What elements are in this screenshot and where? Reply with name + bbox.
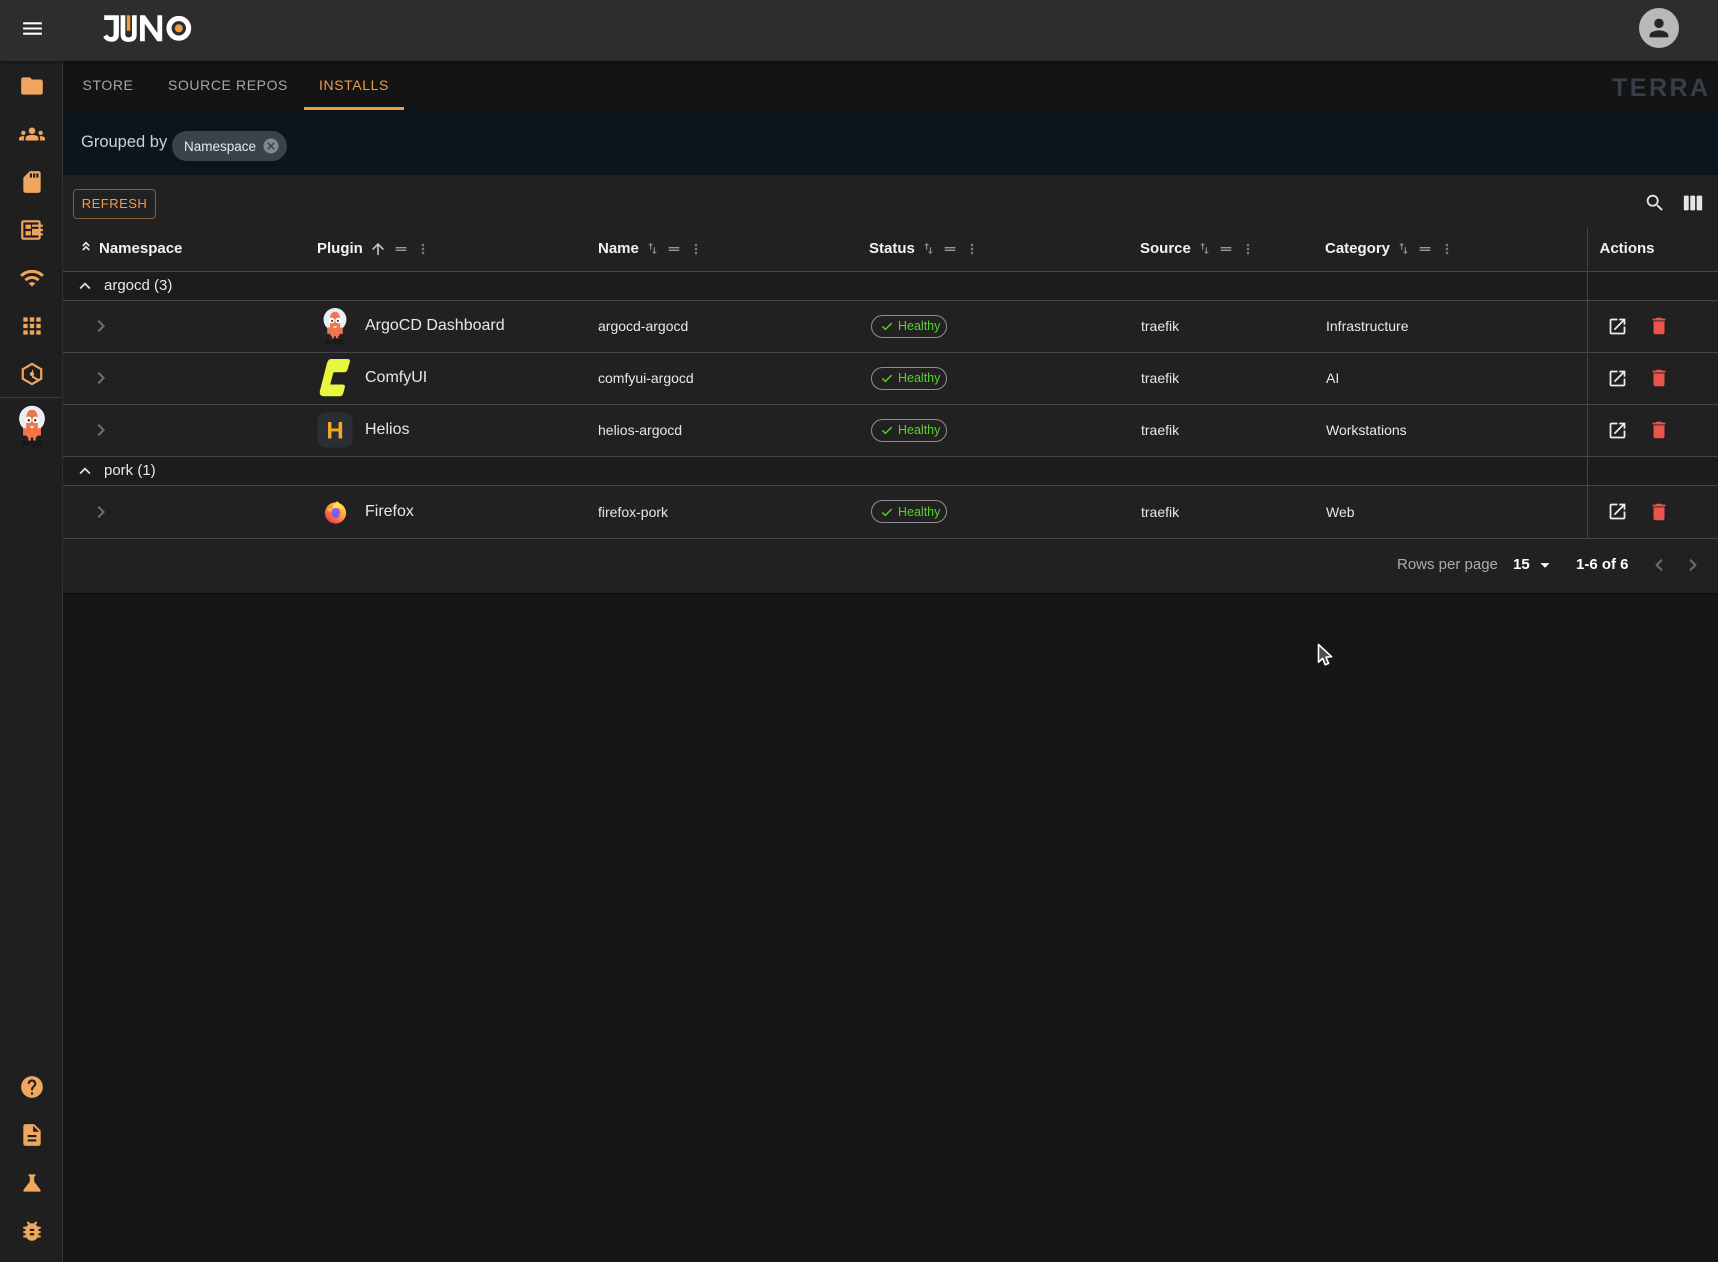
svg-text:argo: argo <box>21 438 43 447</box>
svg-text:argo: argo <box>325 336 345 346</box>
svg-text:H: H <box>326 418 343 445</box>
